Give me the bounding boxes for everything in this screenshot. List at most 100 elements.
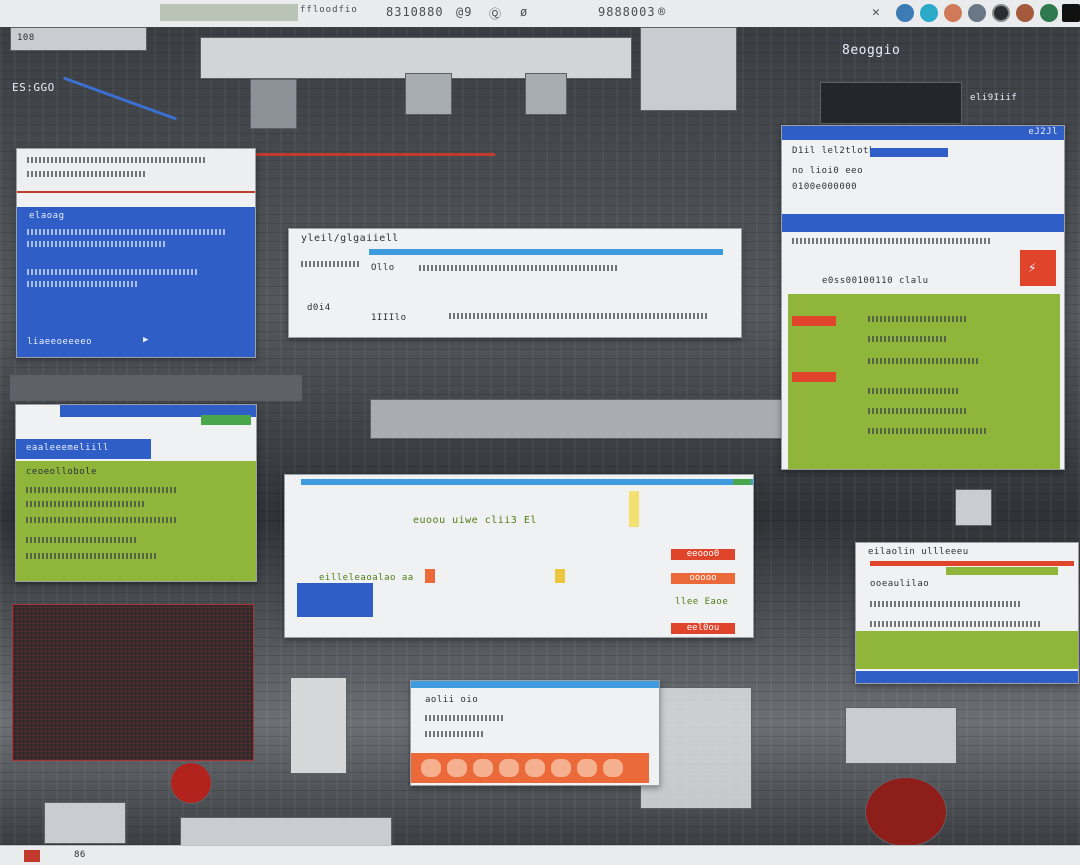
toolbar-icon[interactable] xyxy=(447,759,467,777)
window-row-1: eilleleaoalao aa xyxy=(319,573,414,583)
warning-glyph: ⚡ xyxy=(1028,260,1037,276)
window-titlebar xyxy=(301,479,753,485)
window-bottom-center[interactable]: aolii oio xyxy=(410,680,660,786)
toolbar-icon[interactable] xyxy=(603,759,623,777)
window-titlebar xyxy=(411,681,659,688)
window-title: euoou uiwe clii3 El xyxy=(413,515,537,526)
status-chip xyxy=(733,479,751,485)
taskbar-app-label: ffloodfio xyxy=(300,5,358,15)
terminal-icon[interactable] xyxy=(1062,4,1080,22)
blue-cable xyxy=(63,76,177,121)
window-footer-bar xyxy=(856,671,1078,683)
toolbar-icon[interactable] xyxy=(577,759,597,777)
taskbar-label-1[interactable]: 8310880 xyxy=(386,5,444,19)
taskbar-label-6[interactable]: ® xyxy=(658,5,666,19)
window-row-1: D1il lel2tlotb xyxy=(792,146,875,156)
user-icon[interactable] xyxy=(944,4,962,22)
chip-label: 108 xyxy=(17,33,35,43)
text-line xyxy=(26,501,146,507)
machine-housing xyxy=(640,27,737,111)
text-line xyxy=(419,265,619,271)
red-chip xyxy=(792,372,836,382)
text-line xyxy=(425,715,505,721)
blue-panel xyxy=(297,583,373,617)
body-text-line xyxy=(27,269,197,275)
machine-box xyxy=(180,817,392,847)
toolbar-icon[interactable] xyxy=(421,759,441,777)
window-center-top[interactable]: yleil/glgaiiell Ollo d0i4 1IIIlo xyxy=(288,228,742,338)
window-row-2: no lioi0 eeo xyxy=(792,166,864,176)
toolbar-icon[interactable] xyxy=(473,759,493,777)
window-code: Ollo xyxy=(371,263,395,273)
action-button[interactable]: eeooo0 xyxy=(671,549,735,560)
globe-icon[interactable] xyxy=(920,4,938,22)
window-right-mid[interactable]: eilaolin ullleeeu ooeaulilao xyxy=(855,542,1079,684)
settings-icon[interactable] xyxy=(968,4,986,22)
status-chip xyxy=(201,415,251,425)
toolbar-icon[interactable] xyxy=(499,759,519,777)
warning-icon[interactable] xyxy=(1020,250,1056,286)
text-line xyxy=(792,238,992,244)
machine-box xyxy=(44,802,126,844)
text-line xyxy=(868,388,958,394)
highlight-bar xyxy=(870,148,948,157)
body-text-line xyxy=(27,281,137,287)
window-footer: liaeeoeeeeo xyxy=(27,337,93,347)
machine-rail xyxy=(370,399,782,439)
shield-icon[interactable] xyxy=(896,4,914,22)
top-taskbar: ffloodfio 8310880 @9 Ⓠ ø 9888003 ® ✕ xyxy=(0,0,1080,28)
text-line xyxy=(26,553,156,559)
window-left-mid[interactable]: eaaleeemeliill ceoeollobole xyxy=(15,404,257,582)
avatar-icon[interactable] xyxy=(992,4,1010,22)
bottom-label: 86 xyxy=(74,850,86,860)
leaf-icon[interactable] xyxy=(1040,4,1058,22)
window-row: ooeaulilao xyxy=(870,579,930,589)
window-title: yleil/glgaiiell xyxy=(301,233,399,244)
text-line xyxy=(868,336,948,342)
red-fan xyxy=(865,777,947,847)
action-button[interactable]: eel0ou xyxy=(671,623,735,634)
taskbar-label-4[interactable]: ø xyxy=(520,5,528,19)
desktop-top-left-label: ES:GGO xyxy=(12,81,55,94)
red-chip xyxy=(792,316,836,326)
machine-dark-panel xyxy=(820,82,962,124)
taskbar-tab-active[interactable] xyxy=(160,4,298,21)
machine-module xyxy=(405,73,452,115)
taskbar-label-3[interactable]: Ⓠ xyxy=(489,5,502,22)
text-line xyxy=(449,313,709,319)
chart-bar xyxy=(555,569,565,583)
text-line xyxy=(26,537,136,543)
window-tag-1: d0i4 xyxy=(307,303,331,313)
action-button[interactable]: ooooo xyxy=(671,573,735,584)
taskbar-label-5[interactable]: 9888003 xyxy=(598,5,656,19)
taskbar-label-2[interactable]: @9 xyxy=(456,5,472,19)
yellow-marker xyxy=(629,491,639,527)
start-icon[interactable] xyxy=(24,850,40,862)
window-center-mid[interactable]: euoou uiwe clii3 El eeooo0 eilleleaoalao… xyxy=(284,474,754,638)
window-tag-2: 1IIIlo xyxy=(371,313,407,323)
toolbar-icon[interactable] xyxy=(551,759,571,777)
window-row-2: llee Eaoe xyxy=(675,597,729,607)
text-line xyxy=(301,261,361,267)
window-row-3: 0100e000000 xyxy=(792,182,858,192)
window-title: elaoag xyxy=(29,211,65,221)
red-bar xyxy=(870,561,1074,566)
cursor-icon: ▶ xyxy=(143,335,149,345)
header-text-line xyxy=(27,157,207,163)
window-blue-left[interactable]: elaoag liaeeoeeeeo ▶ xyxy=(16,148,256,358)
bottom-taskbar: 86 xyxy=(0,845,1080,865)
window-title: eilaolin ullleeeu xyxy=(868,547,969,557)
desktop-top-right-badge: eli9Iiif xyxy=(970,93,1018,103)
text-line xyxy=(868,358,978,364)
header-text-line xyxy=(27,171,147,177)
toolbar-icon[interactable] xyxy=(525,759,545,777)
header-underline xyxy=(17,191,255,193)
body-text-line xyxy=(27,229,227,235)
window-right-top[interactable]: eJ2Jl D1il lel2tlotb no lioi0 eeo 0100e0… xyxy=(781,125,1065,470)
heatmap-panel xyxy=(12,604,254,761)
close-x-icon[interactable]: ✕ xyxy=(872,5,881,20)
machine-tower xyxy=(290,677,347,774)
profile-icon[interactable] xyxy=(1016,4,1034,22)
body-text-line xyxy=(27,241,167,247)
green-bar xyxy=(946,567,1058,575)
